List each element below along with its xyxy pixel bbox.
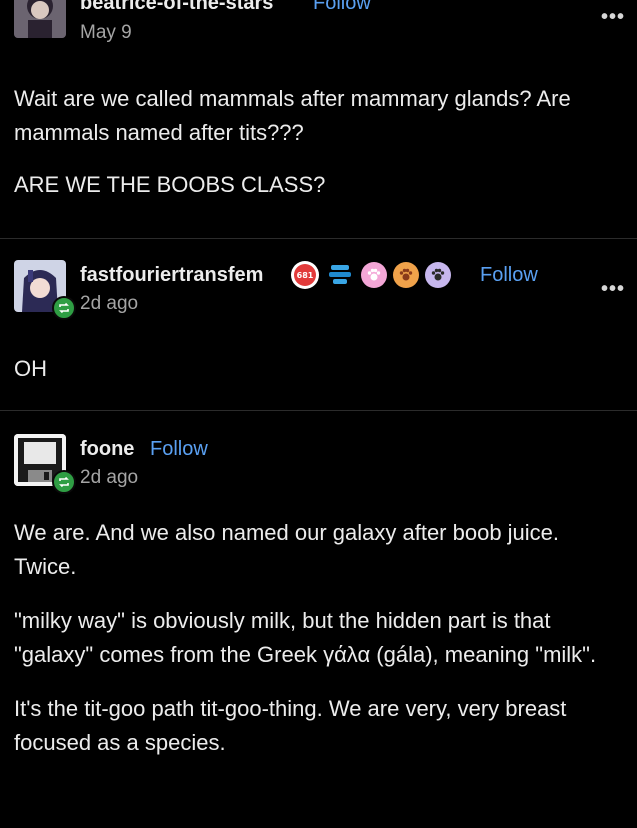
paragraph: OH xyxy=(14,356,47,381)
paragraph: It's the tit-goo path tit-goo-thing. We … xyxy=(14,696,567,755)
post-fastfourier: fastfouriertransfem 681 Follow 2d ago ••… xyxy=(0,238,637,410)
paragraph: ARE WE THE BOOBS CLASS? xyxy=(14,172,326,197)
badge-counter-text: 681 xyxy=(294,264,316,286)
reblog-icon xyxy=(52,470,76,494)
badge-row: 681 xyxy=(291,261,451,289)
paragraph: Wait are we called mammals after mammary… xyxy=(14,86,571,145)
post-date-fastfourier: 2d ago xyxy=(80,293,139,314)
post-body-foone: We are. And we also named our galaxy aft… xyxy=(14,516,614,760)
follow-button-beatrice[interactable]: Follow xyxy=(313,0,371,15)
paragraph: "milky way" is obviously milk, but the h… xyxy=(14,608,597,667)
follow-button-fastfourier[interactable]: Follow xyxy=(480,264,538,287)
post-body-fastfourier: OH xyxy=(14,352,614,386)
username-foone[interactable]: foone xyxy=(80,438,134,461)
paragraph: We are. And we also named our galaxy aft… xyxy=(14,520,560,579)
paw-badge-lilac-icon[interactable] xyxy=(425,262,451,288)
paw-badge-pink-icon[interactable] xyxy=(361,262,387,288)
badge-counter-icon[interactable]: 681 xyxy=(291,261,319,289)
reblog-icon xyxy=(52,296,76,320)
more-options-icon-fastfourier[interactable]: ••• xyxy=(601,278,625,301)
username-beatrice[interactable]: beatrice-of-the-stars xyxy=(80,0,273,15)
paw-badge-orange-icon[interactable] xyxy=(393,262,419,288)
follow-button-foone[interactable]: Follow xyxy=(150,438,208,461)
post-beatrice: beatrice-of-the-stars Follow May 9 ••• W… xyxy=(0,0,637,238)
post-foone: foone Follow 2d ago We are. And we also … xyxy=(0,410,637,828)
avatar-image xyxy=(14,0,66,38)
blue-stack-badge-icon[interactable] xyxy=(325,262,355,288)
more-options-icon-beatrice[interactable]: ••• xyxy=(601,6,625,29)
post-date-beatrice: May 9 xyxy=(80,22,132,43)
post-body-beatrice: Wait are we called mammals after mammary… xyxy=(14,82,614,202)
avatar-beatrice[interactable] xyxy=(14,0,66,38)
post-date-foone: 2d ago xyxy=(80,467,139,488)
username-fastfourier[interactable]: fastfouriertransfem xyxy=(80,264,263,287)
